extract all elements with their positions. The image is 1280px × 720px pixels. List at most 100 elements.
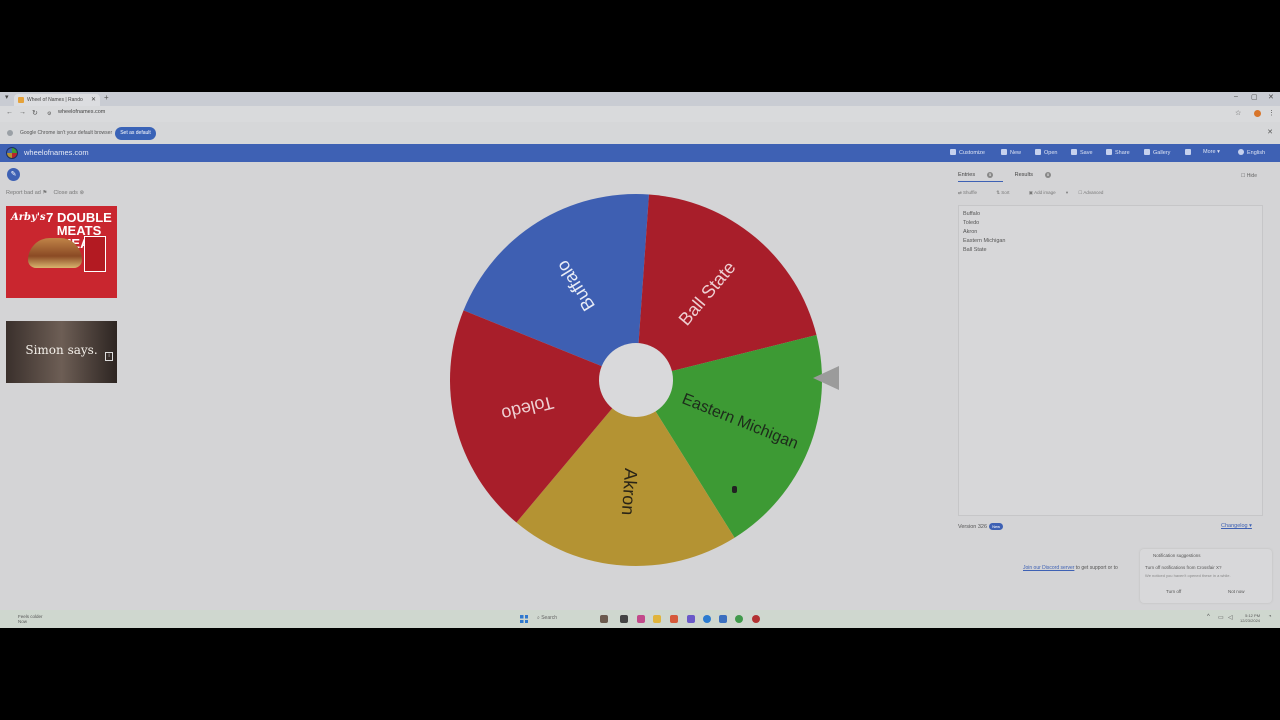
- gallery-button[interactable]: Gallery: [1144, 149, 1170, 156]
- shuffle-label: Shuffle: [963, 190, 977, 195]
- back-icon[interactable]: ←: [6, 109, 13, 116]
- tab-close-icon[interactable]: ✕: [91, 94, 96, 106]
- language-button[interactable]: English: [1238, 149, 1265, 156]
- results-count-badge: 0: [1045, 172, 1051, 178]
- browser-tab[interactable]: Wheel of Names | Random ✕: [14, 94, 100, 106]
- clock-date: 12/23/2024: [1240, 618, 1261, 623]
- infobar-close-icon[interactable]: ✕: [1267, 128, 1273, 136]
- site-info-icon[interactable]: ⚙: [47, 111, 51, 117]
- ad-info-icon[interactable]: i: [105, 352, 113, 361]
- notification-toast: Notification suggestions Turn off notifi…: [1140, 549, 1272, 603]
- version-label: Version 326: [958, 524, 988, 530]
- weather-widget[interactable]: Feels colder Now: [18, 614, 43, 624]
- discord-link[interactable]: Join our Discord server: [1023, 565, 1074, 571]
- video-ad[interactable]: Simon says. i: [6, 321, 117, 383]
- volume-icon[interactable]: ◁: [1228, 614, 1233, 621]
- entry-line: Ball State: [963, 247, 987, 253]
- globe-icon: [1238, 149, 1244, 155]
- browser-tab-bar: ▾ Wheel of Names | Random ✕ + – ▢ ✕: [0, 92, 1280, 106]
- entries-panel: Entries 5 Results 0 ☐ Hide ⇄ Shuffle ⇅ Sor…: [953, 164, 1271, 600]
- add-image-button[interactable]: ▣ Add image ▾: [1029, 190, 1068, 195]
- network-icon[interactable]: ▭: [1218, 614, 1224, 621]
- new-tab-icon[interactable]: +: [104, 93, 109, 102]
- ad-links: Report bad ad ⚑ Close ads ⊗: [6, 190, 84, 196]
- ad-brand-logo: Arby's: [11, 212, 46, 223]
- entries-textarea[interactable]: Buffalo Toledo Akron Eastern Michigan Ba…: [958, 205, 1263, 516]
- taskbar-app-icon[interactable]: [637, 615, 645, 623]
- advanced-label: Advanced: [1083, 190, 1104, 195]
- changelog-link[interactable]: Changelog ▾: [1221, 523, 1252, 529]
- entries-toolbar: ⇄ Shuffle ⇅ Sort ▣ Add image ▾ ☐ Advance…: [958, 190, 1121, 196]
- report-ad-link[interactable]: Report bad ad: [6, 190, 41, 196]
- close-ads-link[interactable]: Close ads: [53, 190, 77, 196]
- tab-results-label: Results: [1014, 172, 1033, 178]
- panel-tabs: Entries 5 Results 0: [958, 172, 1071, 182]
- taskbar-app-icon[interactable]: [752, 615, 760, 623]
- close-circle-icon[interactable]: ⊗: [79, 190, 84, 196]
- shuffle-button[interactable]: ⇄ Shuffle: [958, 190, 986, 195]
- folder-icon: [1035, 149, 1041, 155]
- flag-icon: ⚑: [42, 190, 48, 196]
- edit-pencil-button[interactable]: ✎: [7, 168, 20, 181]
- url-field[interactable]: wheelofnames.com: [58, 109, 105, 115]
- new-button[interactable]: New: [1001, 149, 1021, 156]
- open-button[interactable]: Open: [1035, 149, 1057, 156]
- version-info: Version 326 New: [958, 523, 1004, 530]
- tab-results[interactable]: Results 0: [1015, 172, 1061, 178]
- bookmark-star-icon[interactable]: ☆: [1235, 109, 1241, 117]
- site-name[interactable]: wheelofnames.com: [24, 148, 89, 157]
- wheel-pointer-icon: [813, 366, 839, 390]
- more-button[interactable]: More ▾: [1203, 149, 1220, 155]
- browser-menu-icon[interactable]: ⋮: [1268, 109, 1275, 117]
- profile-avatar[interactable]: [1254, 110, 1261, 117]
- wheel-of-names[interactable]: Buffalo Ball StateEastern MichiganAkronTo…: [446, 190, 826, 570]
- tray-chevron-icon[interactable]: ^: [1207, 614, 1210, 620]
- taskbar-clock[interactable]: 5:12 PM 12/23/2024: [1240, 613, 1260, 623]
- close-window-icon[interactable]: ✕: [1268, 93, 1274, 101]
- arbys-ad[interactable]: Arby's 7 DOUBLE MEATS MEAL: [6, 206, 117, 298]
- advanced-checkbox[interactable]: ☐ Advanced: [1078, 190, 1112, 195]
- set-as-default-button[interactable]: Set as default: [115, 127, 156, 140]
- taskbar-app-icon[interactable]: [687, 615, 695, 623]
- entry-line: Akron: [963, 229, 978, 235]
- wheel-logo-icon[interactable]: [6, 147, 18, 159]
- tab-menu-icon[interactable]: ▾: [5, 93, 9, 101]
- app-header: wheelofnames.com Customize New Open Save…: [0, 144, 1280, 162]
- taskbar-app-icon[interactable]: [670, 615, 678, 623]
- windows-start-icon[interactable]: [520, 615, 528, 623]
- task-view-icon[interactable]: [620, 615, 628, 623]
- wheel-center[interactable]: [599, 343, 673, 417]
- turn-off-button[interactable]: Turn off: [1166, 589, 1181, 594]
- customize-button[interactable]: Customize: [950, 149, 985, 156]
- notification-bell-icon[interactable]: ◔: [1268, 614, 1272, 620]
- fullscreen-icon: [1185, 149, 1191, 155]
- tab-entries-label: Entries: [958, 172, 976, 178]
- entries-count-badge: 5: [987, 172, 994, 178]
- forward-icon[interactable]: →: [19, 109, 26, 116]
- not-now-button[interactable]: Not now: [1228, 589, 1245, 594]
- save-label: Save: [1080, 150, 1093, 156]
- hide-checkbox[interactable]: ☐ Hide: [1241, 173, 1257, 179]
- taskbar-search[interactable]: ⌕ Search: [537, 615, 557, 621]
- chrome-icon[interactable]: [735, 615, 743, 623]
- sort-button[interactable]: ⇅ Sort: [996, 190, 1018, 195]
- discord-rest-text: to get support or to: [1074, 565, 1118, 571]
- fullscreen-button[interactable]: [1185, 149, 1194, 156]
- add-image-label: Add image: [1034, 190, 1056, 195]
- chevron-down-icon: ▾: [1217, 149, 1220, 155]
- edge-icon[interactable]: [703, 615, 711, 623]
- store-icon[interactable]: [719, 615, 727, 623]
- taskbar-search-label: Search: [541, 615, 558, 621]
- new-badge: New: [989, 523, 1004, 530]
- sort-label: Sort: [1001, 190, 1010, 195]
- entry-line: Eastern Michigan: [963, 238, 1006, 244]
- save-button[interactable]: Save: [1071, 149, 1093, 156]
- tab-entries[interactable]: Entries 5: [958, 172, 1004, 182]
- share-icon: [1106, 149, 1112, 155]
- share-button[interactable]: Share: [1106, 149, 1130, 156]
- maximize-icon[interactable]: ▢: [1251, 93, 1258, 101]
- taskbar-app-icon[interactable]: [600, 615, 608, 623]
- reload-icon[interactable]: ↻: [32, 109, 38, 117]
- minimize-icon[interactable]: –: [1234, 93, 1238, 100]
- file-explorer-icon[interactable]: [653, 615, 661, 623]
